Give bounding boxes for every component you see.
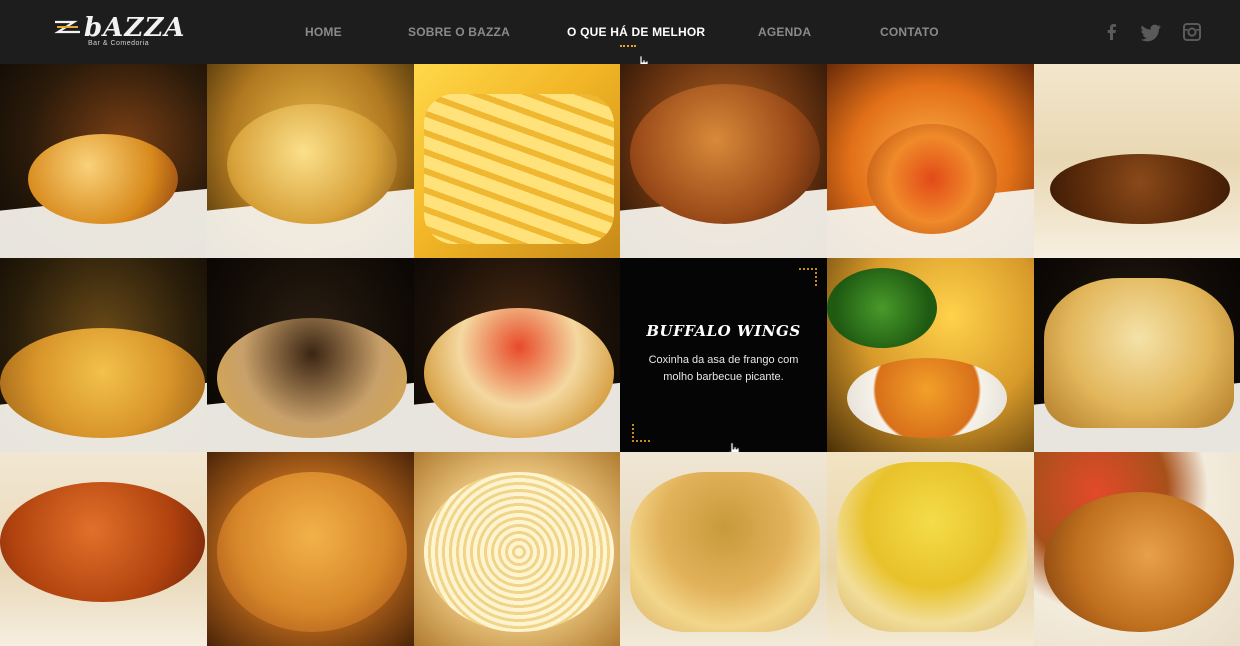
fries (424, 94, 614, 244)
shrimp-toast (0, 328, 205, 438)
breaded-shrimp (217, 472, 407, 632)
bruschetta (424, 308, 614, 438)
nav-sobre-o-bazza[interactable]: SOBRE O BAZZA (408, 25, 510, 39)
potatoes (227, 104, 397, 224)
nav-contato[interactable]: CONTATO (880, 25, 939, 39)
dish-salad-soup[interactable] (827, 258, 1034, 452)
skewers (1044, 492, 1234, 632)
dish-mushroom-toast[interactable] (207, 258, 414, 452)
shrimp (0, 482, 205, 602)
cutlets (630, 84, 820, 224)
menu-gallery-grid: BUFFALO WINGS Coxinha da asa de frango c… (0, 64, 1240, 646)
dish-breaded-cutlets[interactable] (620, 64, 827, 258)
dish-roasted-potatoes[interactable] (207, 64, 414, 258)
dish-stuffed-balls[interactable] (827, 64, 1034, 258)
dish-tartlet-vegetable[interactable] (620, 452, 827, 646)
nav-o-que-ha-de-melhor[interactable]: O QUE HÁ DE MELHOR (567, 25, 705, 39)
instagram-icon[interactable] (1182, 22, 1202, 42)
dish-french-fries[interactable] (414, 64, 620, 258)
dish-croquettes-bacon[interactable] (0, 64, 207, 258)
mushroom-toast (217, 318, 407, 438)
top-navigation-bar: bAZZA Bar & Comedoria HOME SOBRE O BAZZA… (0, 0, 1240, 71)
dish-breaded-shrimp[interactable] (207, 452, 414, 646)
dish-kebab-skewers[interactable] (1034, 64, 1240, 258)
kebabs (1050, 154, 1230, 224)
dish-tartlet-rice[interactable] (827, 452, 1034, 646)
dish-chicken-skewers[interactable] (1034, 452, 1240, 646)
nav-home[interactable]: HOME (305, 25, 342, 39)
main-menu: HOME SOBRE O BAZZA O QUE HÁ DE MELHOR AG… (0, 0, 1240, 64)
stuffed-balls (867, 124, 997, 234)
dish-tomato-bruschetta[interactable] (414, 258, 620, 452)
rice-tartlet (837, 462, 1027, 632)
featured-title: BUFFALO WINGS (646, 322, 801, 340)
featured-description: Coxinha da asa de frango com molho barbe… (648, 354, 799, 383)
croquettes (28, 134, 178, 224)
facebook-icon[interactable] (1102, 22, 1122, 42)
vegetable-tartlet (630, 472, 820, 632)
dish-shrimp-toast[interactable] (0, 258, 207, 452)
dish-pasta-salad[interactable] (414, 452, 620, 646)
soup-bowl (847, 358, 1007, 438)
nav-agenda[interactable]: AGENDA (758, 25, 811, 39)
pastry (1044, 278, 1234, 428)
active-nav-indicator (620, 45, 636, 49)
corner-ornament (799, 268, 817, 286)
featured-buffalo-wings[interactable]: BUFFALO WINGS Coxinha da asa de frango c… (620, 258, 827, 452)
hand-cursor-icon (728, 442, 740, 452)
pasta (424, 472, 614, 632)
dish-savory-pastry[interactable] (1034, 258, 1240, 452)
greens (827, 268, 937, 348)
dish-fried-shrimp[interactable] (0, 452, 207, 646)
corner-ornament (632, 424, 650, 442)
twitter-icon[interactable] (1140, 22, 1162, 42)
